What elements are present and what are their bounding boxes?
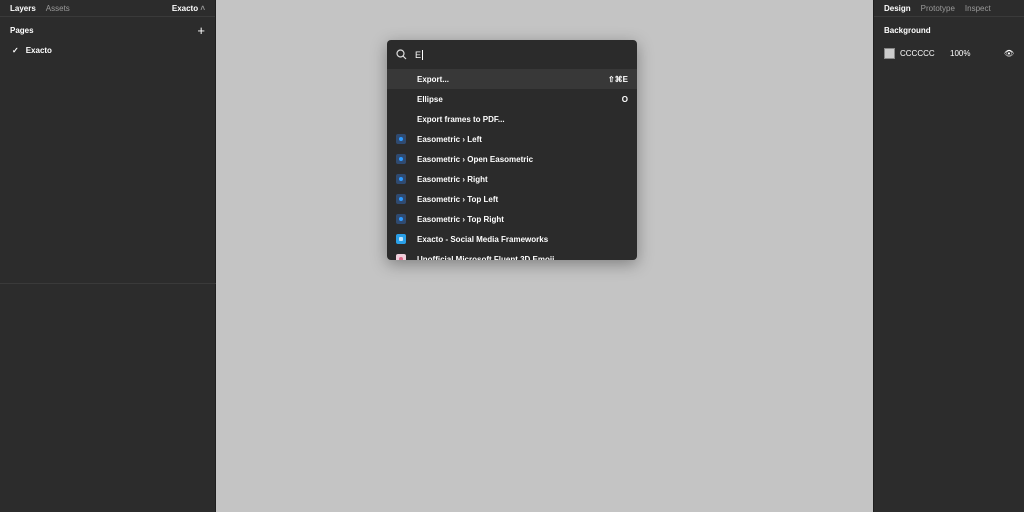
- search-input[interactable]: E: [415, 49, 424, 60]
- palette-item[interactable]: Easometric › Top Left: [387, 189, 637, 209]
- right-panel: Design Prototype Inspect Background CCCC…: [873, 0, 1024, 512]
- search-row: E: [387, 40, 637, 69]
- shortcut-label: ⇧⌘E: [607, 74, 628, 84]
- background-row: CCCCCC 100% 👁: [874, 46, 1024, 60]
- tab-prototype[interactable]: Prototype: [921, 4, 955, 13]
- palette-item-label: Export frames to PDF...: [417, 114, 505, 124]
- pages-header: Pages +: [0, 18, 215, 42]
- tab-layers[interactable]: Layers: [10, 4, 36, 13]
- easometric-plugin-icon: [396, 134, 406, 144]
- palette-item[interactable]: Export frames to PDF...: [387, 109, 637, 129]
- background-label: Background: [884, 26, 931, 35]
- easometric-plugin-icon: [396, 174, 406, 184]
- palette-item-label: Unofficial Microsoft Fluent 3D Emoji: [417, 254, 555, 261]
- page-switcher[interactable]: Exacto ˄: [172, 4, 205, 13]
- add-page-icon[interactable]: +: [197, 23, 205, 38]
- easometric-plugin-icon: [396, 194, 406, 204]
- palette-item-label: Export...: [417, 74, 450, 84]
- palette-item[interactable]: Exacto - Social Media Frameworks: [387, 229, 637, 249]
- left-panel: Layers Assets Exacto ˄ Pages + ✓ Exacto: [0, 0, 216, 512]
- panel-divider[interactable]: [0, 283, 216, 284]
- emoji-plugin-icon: [396, 254, 406, 260]
- search-icon: [396, 49, 407, 60]
- pages-label: Pages: [10, 25, 34, 35]
- page-item[interactable]: ✓ Exacto: [0, 42, 215, 58]
- palette-item-label: Easometric › Top Right: [417, 214, 504, 224]
- palette-item[interactable]: Export... ⇧⌘E: [387, 69, 637, 89]
- bg-opacity-input[interactable]: 100%: [950, 49, 970, 58]
- palette-item[interactable]: Easometric › Open Easometric: [387, 149, 637, 169]
- palette-item-label: Ellipse: [417, 94, 443, 104]
- quick-actions-palette: E Export... ⇧⌘E Ellipse O Export frames to P…: [387, 40, 637, 260]
- tab-design[interactable]: Design: [884, 4, 911, 13]
- exacto-plugin-icon: [396, 234, 406, 244]
- palette-item[interactable]: Unofficial Microsoft Fluent 3D Emoji: [387, 249, 637, 260]
- palette-item-label: Easometric › Top Left: [417, 194, 499, 204]
- tab-assets[interactable]: Assets: [46, 4, 70, 13]
- tab-inspect[interactable]: Inspect: [965, 4, 991, 13]
- left-tabs: Layers Assets Exacto ˄: [0, 0, 215, 17]
- palette-item[interactable]: Easometric › Left: [387, 129, 637, 149]
- file-name: Exacto: [171, 3, 199, 13]
- palette-item-label: Exacto - Social Media Frameworks: [417, 234, 549, 244]
- palette-item-label: Easometric › Open Easometric: [417, 154, 534, 164]
- palette-item[interactable]: Easometric › Right: [387, 169, 637, 189]
- easometric-plugin-icon: [396, 154, 406, 164]
- palette-item[interactable]: Easometric › Top Right: [387, 209, 637, 229]
- color-swatch[interactable]: [884, 47, 895, 59]
- easometric-plugin-icon: [396, 214, 406, 224]
- eye-icon[interactable]: 👁: [1004, 49, 1014, 58]
- shortcut-label: O: [621, 94, 628, 104]
- palette-item-label: Easometric › Left: [417, 134, 482, 144]
- page-name: Exacto: [25, 45, 52, 55]
- check-icon: ✓: [12, 45, 19, 55]
- bg-hex-input[interactable]: CCCCCC: [900, 49, 945, 58]
- palette-item-label: Easometric › Right: [417, 174, 488, 184]
- chevron-up-icon: ˄: [200, 3, 205, 13]
- palette-item[interactable]: Ellipse O: [387, 89, 637, 109]
